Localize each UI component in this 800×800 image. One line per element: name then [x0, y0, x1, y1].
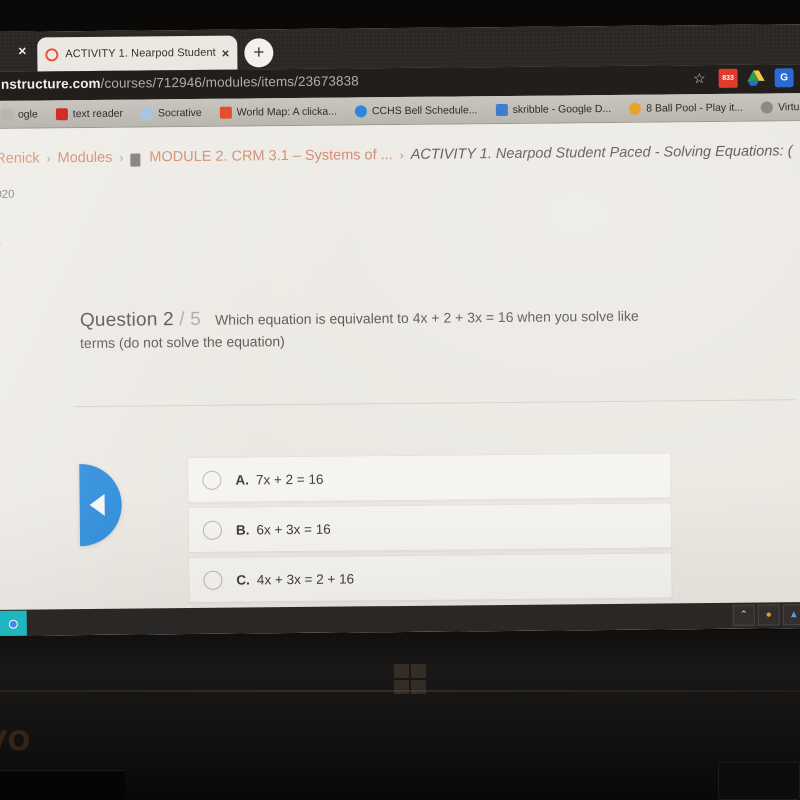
bookmark-item[interactable]: Virtual School Admi: [752, 100, 800, 114]
classroomscreen-extension-icon[interactable]: 833: [718, 68, 738, 88]
bookmark-item[interactable]: skribble - Google D...: [487, 102, 621, 116]
globe-icon: [354, 104, 367, 117]
radio-button[interactable]: [202, 470, 222, 490]
course-nav-sidebar: 9-2020 ents nts o: [0, 188, 40, 381]
answer-letter: C.: [236, 571, 250, 588]
tray-icon-yellow[interactable]: ●: [757, 604, 780, 626]
question-block: Question 2 / 5 Which equation is equival…: [80, 304, 720, 351]
sidebar-item-term: 9-2020: [0, 188, 15, 202]
left-triangle-icon: [89, 493, 105, 516]
laptop-screen: × ACTIVITY 1. Nearpod Student Pac × + s.…: [0, 24, 800, 636]
laptop-brand-logo: VO: [0, 726, 32, 757]
question-number: Question 2 / 5: [80, 309, 201, 332]
sidebar-item-assignments[interactable]: nts: [0, 284, 40, 297]
breadcrumb-item-course[interactable]: ra Renick: [0, 150, 40, 167]
google-icon: [0, 108, 13, 121]
show-hidden-icons-chevron-icon[interactable]: ⌃: [732, 604, 755, 626]
sidebar-item-announcements[interactable]: ents: [0, 236, 39, 249]
laptop-keyboard-edge-left: [0, 770, 125, 800]
google-docs-icon: [495, 103, 508, 116]
question-text-line2: terms (do not solve the equation): [80, 333, 285, 352]
window-close-icon[interactable]: ×: [15, 43, 29, 59]
bookmark-label: ogle: [17, 107, 38, 121]
answer-option-b[interactable]: B. 6x + 3x = 16: [187, 502, 673, 554]
question-text-line1: Which equation is equivalent to 4x + 2 +…: [214, 307, 639, 328]
google-docs-extension-icon[interactable]: G: [774, 68, 794, 88]
breadcrumb: ra Renick › Modules › MODULE 2. CRM 3.1 …: [0, 143, 793, 167]
taskbar-chrome-button[interactable]: [0, 610, 27, 636]
bookmark-label: text reader: [72, 107, 124, 120]
url-text: s.instructure.com/courses/712946/modules…: [0, 73, 359, 92]
bookmark-label: 8 Ball Pool - Play it...: [646, 101, 744, 115]
bookmark-item[interactable]: ogle: [0, 108, 47, 121]
answer-text: 6x + 3x = 16: [256, 521, 331, 537]
bookmark-label: skribble - Google D...: [512, 102, 612, 116]
answer-text: 4x + 3x = 2 + 16: [256, 570, 355, 587]
tab-close-icon[interactable]: ×: [222, 45, 230, 60]
answer-option-c[interactable]: C. 4x + 3x = 2 + 16: [188, 552, 673, 604]
answer-letter: B.: [235, 521, 250, 538]
bookmark-item[interactable]: CCHS Bell Schedule...: [346, 104, 487, 117]
bookmark-star-icon[interactable]: ☆: [693, 70, 706, 87]
content-divider: [74, 399, 795, 408]
url-domain: s.instructure.com: [0, 75, 101, 92]
nearpod-favicon: [45, 47, 59, 61]
bookmark-item[interactable]: text reader: [47, 107, 132, 120]
laptop-keyboard-edge-right: [718, 762, 800, 800]
previous-slide-button[interactable]: [79, 463, 123, 547]
module-document-icon: [130, 152, 141, 167]
bookmark-item[interactable]: World Map: A clicka...: [211, 105, 346, 119]
canvas-page: ra Renick › Modules › MODULE 2. CRM 3.1 …: [0, 121, 800, 636]
answer-options-list: A. 7x + 2 = 16 B. 6x + 3x = 16 C. 4x + 3…: [187, 452, 673, 607]
radio-button[interactable]: [202, 520, 223, 540]
browser-tab[interactable]: ACTIVITY 1. Nearpod Student Pac ×: [37, 35, 238, 72]
bookmark-label: Socrative: [157, 106, 202, 119]
breadcrumb-separator: ›: [399, 147, 404, 162]
8ball-icon: [629, 102, 642, 115]
bookmark-item[interactable]: Socrative: [132, 106, 211, 119]
laptop-photo: VO × ACTIVITY 1. Nearpod Student Pac × +…: [0, 0, 800, 800]
speaker-icon: [55, 107, 68, 120]
question-total-label: / 5: [179, 308, 202, 331]
sidebar-item-extra[interactable]: o: [0, 332, 40, 345]
breadcrumb-separator: ›: [46, 151, 51, 166]
question-header: Question 2 / 5 Which equation is equival…: [80, 304, 720, 332]
world-map-icon: [219, 106, 232, 119]
tray-icon-blue[interactable]: ▲: [782, 604, 800, 626]
breadcrumb-item-module[interactable]: MODULE 2. CRM 3.1 – Systems of ...: [149, 147, 392, 165]
browser-tab-title: ACTIVITY 1. Nearpod Student Pac: [65, 46, 218, 61]
answer-option-a[interactable]: A. 7x + 2 = 16: [187, 452, 672, 504]
radio-button[interactable]: [203, 570, 223, 590]
new-tab-button[interactable]: +: [244, 38, 274, 68]
globe-icon: [760, 100, 774, 114]
breadcrumb-item-modules[interactable]: Modules: [58, 150, 113, 167]
url-path: /courses/712946/modules/items/23673838: [100, 73, 359, 91]
bookmark-item[interactable]: 8 Ball Pool - Play it...: [620, 101, 752, 115]
breadcrumb-separator: ›: [119, 150, 124, 165]
question-number-label: Question 2: [79, 309, 174, 332]
bookmark-label: CCHS Bell Schedule...: [371, 103, 478, 117]
system-tray: ⌃ ● ▲: [732, 604, 800, 626]
google-drive-extension-icon[interactable]: [747, 68, 766, 87]
breadcrumb-item-current: ACTIVITY 1. Nearpod Student Paced - Solv…: [410, 143, 793, 163]
chrome-icon: [4, 616, 19, 631]
bookmark-label: Virtual School Admi: [777, 100, 800, 113]
bookmark-label: World Map: A clicka...: [236, 105, 337, 119]
answer-letter: A.: [235, 471, 249, 488]
socrative-icon: [140, 106, 154, 119]
windows-logo: [394, 664, 428, 696]
answer-text: 7x + 2 = 16: [255, 471, 324, 487]
